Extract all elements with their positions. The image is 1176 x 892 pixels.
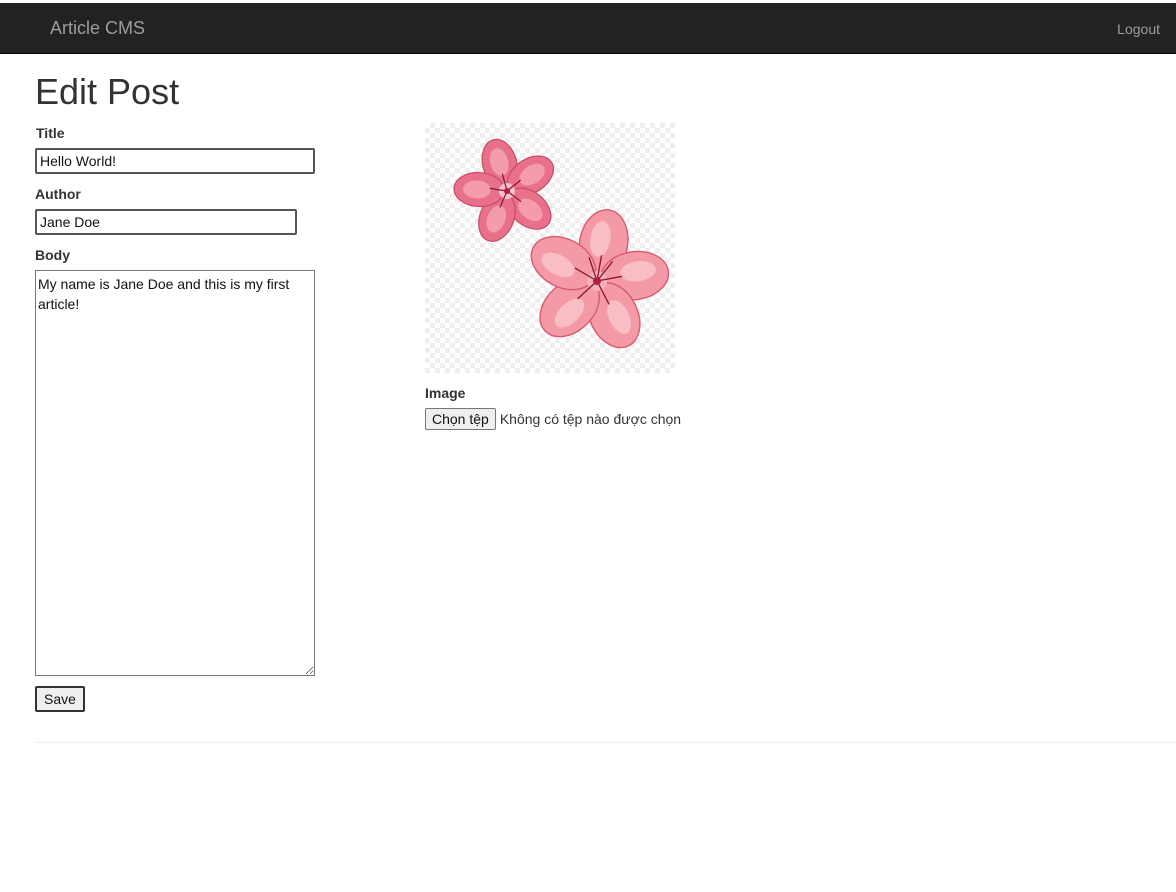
- image-label: Image: [425, 385, 466, 401]
- body-label: Body: [35, 247, 70, 263]
- author-input[interactable]: [35, 209, 297, 235]
- choose-file-button[interactable]: Chọn tệp: [425, 408, 496, 430]
- brand-link[interactable]: Article CMS: [50, 18, 145, 38]
- file-status-text: Không có tệp nào được chọn: [499, 411, 682, 427]
- save-button[interactable]: Save: [35, 686, 85, 712]
- title-label: Title: [36, 125, 65, 141]
- navbar: Article CMS Logout: [0, 3, 1176, 54]
- author-label: Author: [35, 186, 81, 202]
- image-preview: [425, 123, 675, 373]
- body-textarea[interactable]: My name is Jane Doe and this is my first…: [35, 270, 315, 676]
- file-input[interactable]: Chọn tệp Không có tệp nào được chọn: [425, 408, 681, 430]
- footer-divider: [35, 742, 1176, 743]
- logout-link[interactable]: Logout: [1117, 20, 1160, 38]
- title-input[interactable]: [35, 148, 315, 174]
- cherry-blossom-icon: [453, 138, 670, 349]
- page-title: Edit Post: [35, 71, 180, 112]
